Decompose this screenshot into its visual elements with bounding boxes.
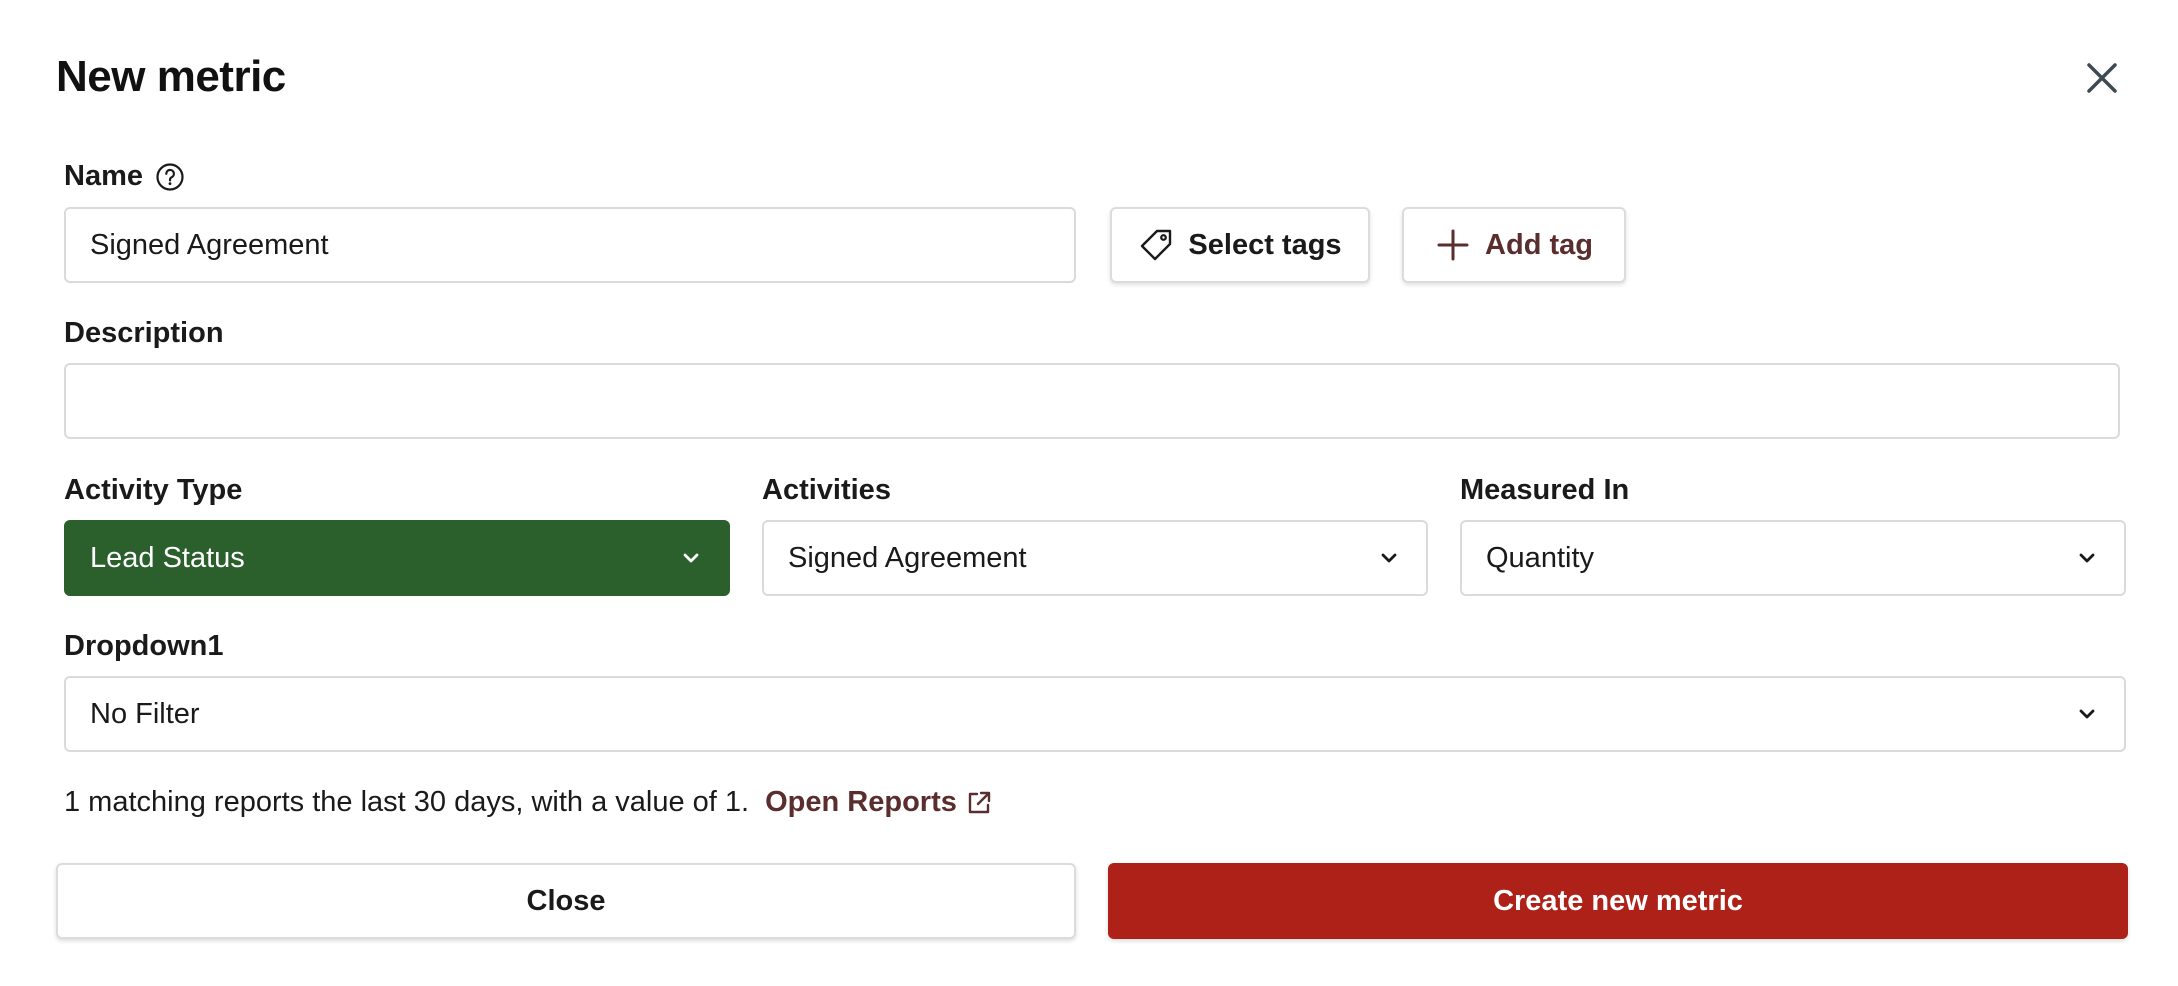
name-label-text: Name — [64, 160, 143, 192]
add-tag-button[interactable]: Add tag — [1402, 207, 1626, 283]
create-metric-label: Create new metric — [1493, 884, 1743, 917]
measured-in-label: Measured In — [1460, 474, 1629, 507]
activities-value: Signed Agreement — [788, 541, 1027, 574]
matching-reports-info: 1 matching reports the last 30 days, wit… — [64, 786, 993, 819]
open-reports-link[interactable]: Open Reports — [765, 786, 993, 819]
select-tags-button[interactable]: Select tags — [1110, 207, 1370, 283]
close-button[interactable]: Close — [56, 863, 1076, 939]
add-tag-label: Add tag — [1485, 228, 1593, 261]
name-input[interactable] — [64, 207, 1076, 283]
dropdown1-value: No Filter — [90, 697, 200, 730]
matching-reports-text: 1 matching reports the last 30 days, wit… — [64, 786, 750, 818]
activities-label-text: Activities — [762, 474, 891, 506]
plus-icon — [1435, 227, 1471, 263]
name-label: Name — [64, 160, 185, 193]
activity-type-label: Activity Type — [64, 474, 242, 507]
chevron-down-icon — [678, 545, 704, 571]
external-link-icon — [965, 789, 993, 817]
chevron-down-icon — [2074, 701, 2100, 727]
chevron-down-icon — [2074, 545, 2100, 571]
question-circle-icon[interactable] — [155, 162, 185, 192]
measured-in-label-text: Measured In — [1460, 474, 1630, 506]
tag-icon — [1138, 227, 1174, 263]
select-tags-label: Select tags — [1188, 228, 1342, 261]
chevron-down-icon — [1376, 545, 1402, 571]
description-input[interactable] — [64, 363, 2120, 439]
dialog-title: New metric — [56, 52, 286, 101]
dropdown1-label: Dropdown1 — [64, 630, 224, 663]
description-label: Description — [64, 317, 224, 350]
open-reports-label: Open Reports — [765, 786, 957, 818]
description-label-text: Description — [64, 317, 224, 349]
activity-type-value: Lead Status — [90, 541, 245, 574]
dropdown1-label-text: Dropdown1 — [64, 630, 224, 662]
activity-type-label-text: Activity Type — [64, 474, 243, 506]
activities-select[interactable]: Signed Agreement — [762, 520, 1428, 596]
close-button-label: Close — [526, 884, 606, 917]
measured-in-select[interactable]: Quantity — [1460, 520, 2126, 596]
activities-label: Activities — [762, 474, 891, 507]
dropdown1-select[interactable]: No Filter — [64, 676, 2126, 752]
activity-type-select[interactable]: Lead Status — [64, 520, 730, 596]
close-icon — [2087, 63, 2117, 93]
measured-in-value: Quantity — [1486, 541, 1594, 574]
close-dialog-button[interactable] — [2080, 56, 2124, 100]
create-metric-button[interactable]: Create new metric — [1108, 863, 2128, 939]
